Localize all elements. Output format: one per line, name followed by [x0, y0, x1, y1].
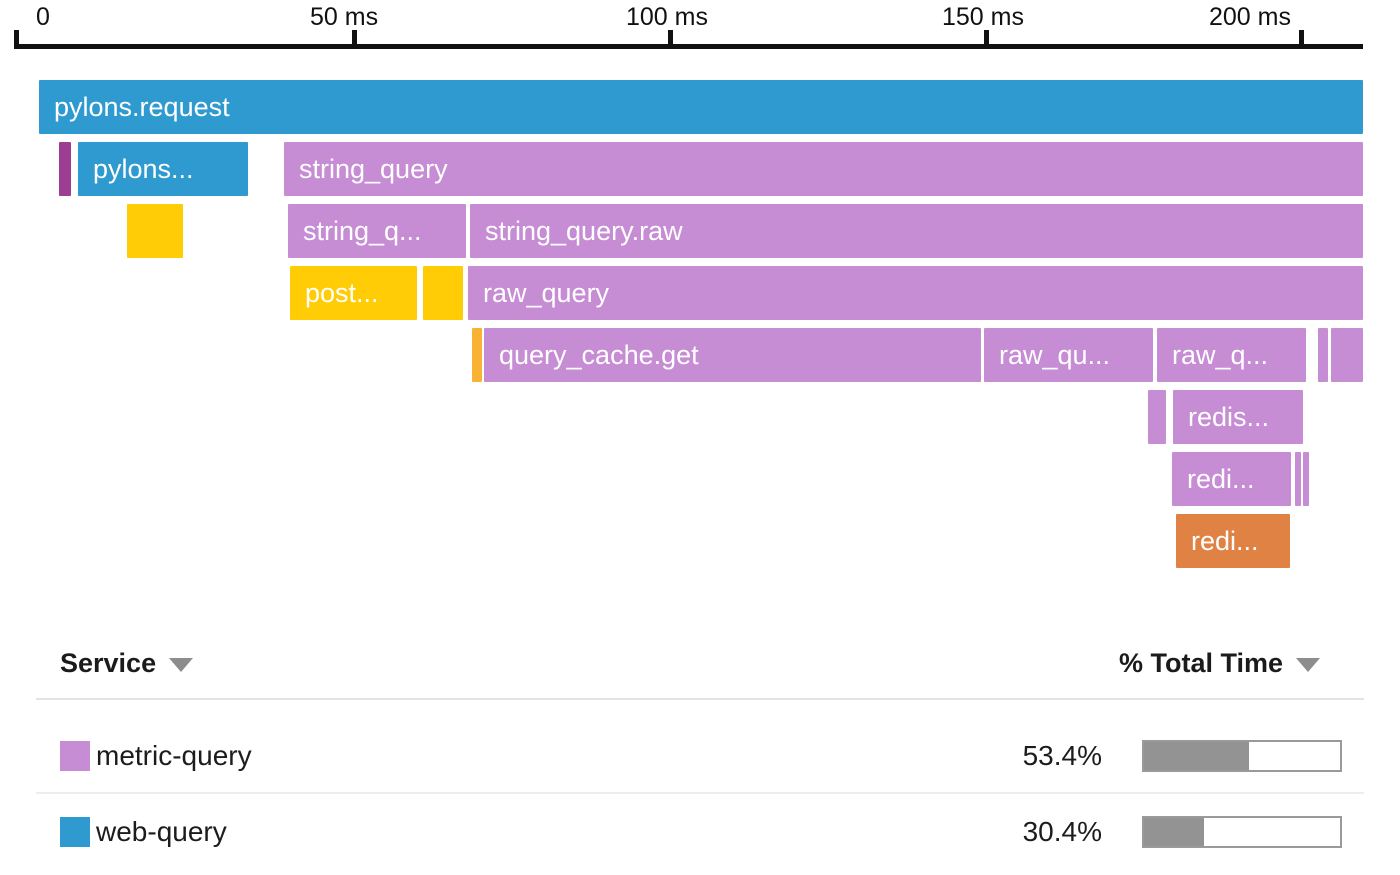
- flame-bar-string-query-raw[interactable]: string_query.raw: [470, 204, 1363, 258]
- time-axis: 0 50 ms 100 ms 150 ms 200 ms: [0, 0, 1400, 58]
- axis-tick-label: 0: [36, 2, 50, 32]
- axis-tick-mark: [668, 30, 673, 49]
- flame-bar-string-query[interactable]: string_query: [284, 142, 1363, 196]
- flame-bar-raw-q[interactable]: raw_q...: [1157, 328, 1306, 382]
- flame-row: redi...: [0, 514, 1400, 572]
- flame-bar-redis[interactable]: redis...: [1173, 390, 1303, 444]
- table-header-row: Service % Total Time: [36, 630, 1364, 696]
- service-name-label: metric-query: [96, 740, 252, 772]
- header-divider: [36, 698, 1364, 700]
- flame-row: string_q...string_query.raw: [0, 204, 1400, 262]
- axis-tick-label: 100 ms: [626, 2, 708, 32]
- sort-caret-down-icon[interactable]: [1296, 658, 1320, 672]
- pct-total-time-bar-fill: [1144, 742, 1249, 770]
- flame-bar-pylons-request[interactable]: pylons.request: [39, 80, 1363, 134]
- axis-baseline: [14, 44, 1363, 49]
- axis-tick-mark: [984, 30, 989, 49]
- axis-tick-mark: [352, 30, 357, 49]
- axis-tick-mark: [14, 30, 19, 49]
- service-summary-table: Service % Total Time metric-query 53.4% we…: [0, 630, 1400, 875]
- axis-tick-label: 150 ms: [942, 2, 1024, 32]
- flame-row: pylons.request: [0, 80, 1400, 138]
- flame-bar-pylons[interactable]: pylons...: [78, 142, 248, 196]
- flame-bar-span[interactable]: [1303, 452, 1309, 506]
- pct-total-time-bar: [1142, 816, 1342, 848]
- flame-bar-post[interactable]: post...: [290, 266, 417, 320]
- flame-bar-span[interactable]: [1318, 328, 1328, 382]
- flame-bar-span[interactable]: [1148, 390, 1166, 444]
- service-color-swatch: [60, 817, 90, 847]
- flame-bar-span[interactable]: [1331, 328, 1363, 382]
- flame-bar-query-cache-get[interactable]: query_cache.get: [484, 328, 981, 382]
- service-color-swatch: [60, 741, 90, 771]
- flame-row: redi...: [0, 452, 1400, 510]
- flame-bar-span[interactable]: [1295, 452, 1301, 506]
- flame-bar-redi[interactable]: redi...: [1176, 514, 1290, 568]
- service-name-label: web-query: [96, 816, 227, 848]
- flame-bar-raw-query[interactable]: raw_query: [468, 266, 1363, 320]
- flame-bar-span[interactable]: [127, 204, 183, 258]
- flame-bar-string-q[interactable]: string_q...: [288, 204, 466, 258]
- column-header-pct-total-time[interactable]: % Total Time: [1119, 630, 1320, 696]
- pct-total-time-value: 53.4%: [1023, 740, 1102, 772]
- pct-total-time-bar-fill: [1144, 818, 1204, 846]
- pct-total-time-value: 30.4%: [1023, 816, 1102, 848]
- flame-bar-span[interactable]: [423, 266, 463, 320]
- axis-tick-label: 200 ms: [1209, 2, 1291, 32]
- column-header-service[interactable]: Service: [60, 630, 193, 696]
- axis-tick-label: 50 ms: [310, 2, 378, 32]
- axis-tick-mark: [1299, 30, 1304, 49]
- flame-row: redis...: [0, 390, 1400, 448]
- column-header-service-label: Service: [60, 630, 156, 696]
- flame-row: query_cache.getraw_qu...raw_q...: [0, 328, 1400, 386]
- flame-graph[interactable]: pylons.request pylons... string_querystrin…: [0, 80, 1400, 600]
- pct-total-time-bar: [1142, 740, 1342, 772]
- flame-row: post... raw_query: [0, 266, 1400, 324]
- table-row[interactable]: metric-query 53.4%: [36, 718, 1364, 794]
- sort-caret-down-icon[interactable]: [169, 658, 193, 672]
- table-row[interactable]: web-query 30.4%: [36, 794, 1364, 870]
- flame-bar-span[interactable]: [472, 328, 482, 382]
- column-header-pct-total-time-label: % Total Time: [1119, 630, 1283, 696]
- flame-row: pylons... string_query: [0, 142, 1400, 200]
- flame-bar-raw-qu[interactable]: raw_qu...: [984, 328, 1153, 382]
- flame-bar-span[interactable]: [59, 142, 71, 196]
- flame-bar-redi[interactable]: redi...: [1172, 452, 1291, 506]
